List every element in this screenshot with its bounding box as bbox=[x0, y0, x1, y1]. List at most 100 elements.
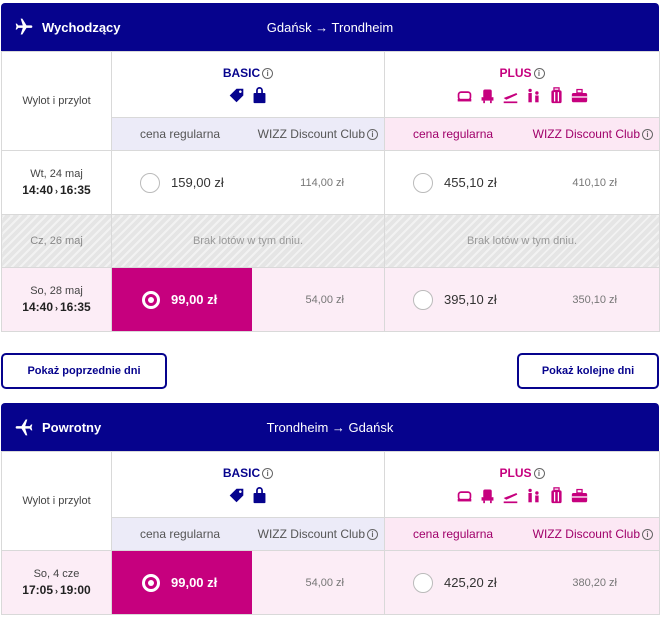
show-previous-days-button[interactable]: Pokaż poprzednie dni bbox=[1, 353, 167, 389]
flight-date-cell: So, 28 maj 14:40 › 16:35 bbox=[1, 267, 112, 332]
outbound-header-bar: Wychodzący Gdańsk → Trondheim bbox=[1, 3, 659, 51]
show-next-days-button[interactable]: Pokaż kolejne dni bbox=[517, 353, 659, 389]
regular-price-label: cena regularna bbox=[140, 527, 221, 541]
flight-date-cell: Wt, 24 maj 14:40 › 16:35 bbox=[1, 150, 112, 215]
plane-depart-icon bbox=[503, 492, 518, 504]
basic-fare-header: BASIC i bbox=[111, 451, 385, 518]
arrival-time: 16:35 bbox=[60, 300, 91, 314]
basic-price-cell[interactable]: 99,00 zł 54,00 zł bbox=[111, 267, 385, 332]
bag-icon bbox=[253, 487, 266, 504]
arrow-icon: › bbox=[55, 303, 58, 313]
flight-date-cell: So, 4 cze 17:05 › 19:00 bbox=[1, 550, 112, 615]
basic-price-cell[interactable]: 159,00 zł 114,00 zł bbox=[111, 150, 385, 215]
plus-price: 455,10 zł bbox=[444, 175, 497, 190]
plus-price-cell[interactable]: 425,20 zł 380,20 zł bbox=[384, 550, 660, 615]
fare-radio[interactable] bbox=[413, 572, 433, 593]
table-row: So, 28 maj 14:40 › 16:35 99,00 zł 54,00 zł… bbox=[1, 267, 660, 332]
plus-fare-name: PLUS bbox=[499, 466, 532, 480]
basic-subheader: cena regularna WIZZ Discount Club i bbox=[111, 517, 385, 551]
info-icon[interactable]: i bbox=[367, 529, 378, 540]
plane-icon bbox=[15, 18, 33, 35]
info-icon[interactable]: i bbox=[533, 468, 545, 479]
seat-icon bbox=[457, 91, 472, 102]
no-flights-basic: Brak lotów w tym dniu. bbox=[111, 214, 385, 268]
arrival-time: 19:00 bbox=[60, 583, 91, 597]
flight-date: Cz, 26 maj bbox=[30, 235, 83, 247]
info-icon[interactable]: i bbox=[367, 129, 378, 140]
arrow-icon: › bbox=[55, 586, 58, 596]
regular-price-label: cena regularna bbox=[140, 127, 221, 141]
luggage-icon bbox=[551, 87, 562, 104]
discount-club-label: WIZZ Discount Club bbox=[257, 127, 365, 141]
basic-price: 99,00 zł bbox=[171, 575, 218, 590]
arrival-time: 16:35 bbox=[60, 183, 91, 197]
plus-subheader: cena regularna WIZZ Discount Club i bbox=[384, 117, 660, 151]
info-icon[interactable]: i bbox=[262, 468, 274, 479]
basic-subheader: cena regularna WIZZ Discount Club i bbox=[111, 117, 385, 151]
fare-radio-selected[interactable] bbox=[142, 573, 160, 592]
suitcase-icon bbox=[571, 88, 588, 103]
discount-club-label: WIZZ Discount Club bbox=[257, 527, 365, 541]
plus-price: 395,10 zł bbox=[444, 292, 497, 307]
flight-date-cell: Cz, 26 maj bbox=[1, 214, 112, 268]
info-icon[interactable]: i bbox=[642, 529, 653, 540]
discount-club-label: WIZZ Discount Club bbox=[532, 127, 640, 141]
info-icon[interactable]: i bbox=[642, 129, 653, 140]
return-fare-table: Wylot i przylot BASIC i PLUS i cena regu… bbox=[1, 451, 660, 615]
bag-icon bbox=[253, 87, 266, 104]
departure-time: 14:40 bbox=[22, 183, 53, 197]
outbound-route: Gdańsk → Trondheim bbox=[266, 19, 394, 35]
info-icon[interactable]: i bbox=[262, 68, 274, 79]
no-flights-plus: Brak lotów w tym dniu. bbox=[384, 214, 660, 268]
departure-time: 14:40 bbox=[22, 300, 53, 314]
basic-fare-header: BASIC i bbox=[111, 51, 385, 118]
flight-date: So, 28 maj bbox=[30, 285, 83, 297]
fare-radio-selected[interactable] bbox=[142, 290, 160, 309]
flight-date: Wt, 24 maj bbox=[30, 168, 83, 180]
suitcase-icon bbox=[571, 488, 588, 503]
regular-price-label: cena regularna bbox=[413, 127, 494, 141]
return-route: Trondheim → Gdańsk bbox=[266, 419, 394, 435]
basic-fare-name: BASIC bbox=[222, 466, 261, 480]
departure-time: 17:05 bbox=[22, 583, 53, 597]
priority-seat-icon bbox=[481, 489, 494, 504]
fare-radio[interactable] bbox=[413, 289, 433, 310]
column-label: Wylot i przylot bbox=[1, 451, 112, 551]
basic-discount-price: 114,00 zł bbox=[300, 176, 344, 189]
table-row: Cz, 26 maj Brak lotów w tym dniu. Brak l… bbox=[1, 214, 660, 268]
plus-fare-header: PLUS i bbox=[384, 51, 660, 118]
plus-price-cell[interactable]: 455,10 zł 410,10 zł bbox=[384, 150, 660, 215]
fare-radio[interactable] bbox=[140, 172, 160, 193]
fare-radio[interactable] bbox=[413, 172, 433, 193]
family-icon bbox=[528, 488, 539, 503]
priority-seat-icon bbox=[481, 89, 494, 104]
plane-icon bbox=[15, 419, 33, 436]
basic-fare-name: BASIC bbox=[222, 66, 261, 80]
return-label: Powrotny bbox=[42, 419, 102, 435]
info-icon[interactable]: i bbox=[533, 68, 545, 79]
regular-price-label: cena regularna bbox=[413, 527, 494, 541]
plus-discount-price: 350,10 zł bbox=[572, 293, 617, 306]
basic-discount-price: 54,00 zł bbox=[305, 293, 344, 306]
return-header-bar: Powrotny Trondheim → Gdańsk bbox=[1, 403, 659, 451]
tag-icon bbox=[229, 488, 244, 503]
plus-fare-name: PLUS bbox=[499, 66, 532, 80]
flight-date: So, 4 cze bbox=[33, 568, 80, 580]
seat-icon bbox=[457, 491, 472, 502]
plus-discount-price: 380,20 zł bbox=[572, 576, 617, 589]
luggage-icon bbox=[551, 487, 562, 504]
basic-price: 99,00 zł bbox=[171, 292, 218, 307]
outbound-section: Wychodzący Gdańsk → Trondheim Wylot i pr… bbox=[1, 3, 660, 332]
table-row: So, 4 cze 17:05 › 19:00 99,00 zł 54,00 zł … bbox=[1, 550, 660, 615]
return-section: Powrotny Trondheim → Gdańsk Wylot i przy… bbox=[1, 403, 660, 615]
plus-price-cell[interactable]: 395,10 zł 350,10 zł bbox=[384, 267, 660, 332]
discount-club-label: WIZZ Discount Club bbox=[532, 527, 640, 541]
arrow-icon: › bbox=[55, 186, 58, 196]
outbound-label: Wychodzący bbox=[42, 19, 121, 35]
plus-discount-price: 410,10 zł bbox=[572, 176, 617, 189]
tag-icon bbox=[229, 88, 244, 103]
basic-price-cell[interactable]: 99,00 zł 54,00 zł bbox=[111, 550, 385, 615]
table-row: Wt, 24 maj 14:40 › 16:35 159,00 zł 114,00 … bbox=[1, 150, 660, 215]
outbound-fare-table: Wylot i przylot BASIC i PLUS i cena regu… bbox=[1, 51, 660, 332]
plus-price: 425,20 zł bbox=[444, 575, 497, 590]
